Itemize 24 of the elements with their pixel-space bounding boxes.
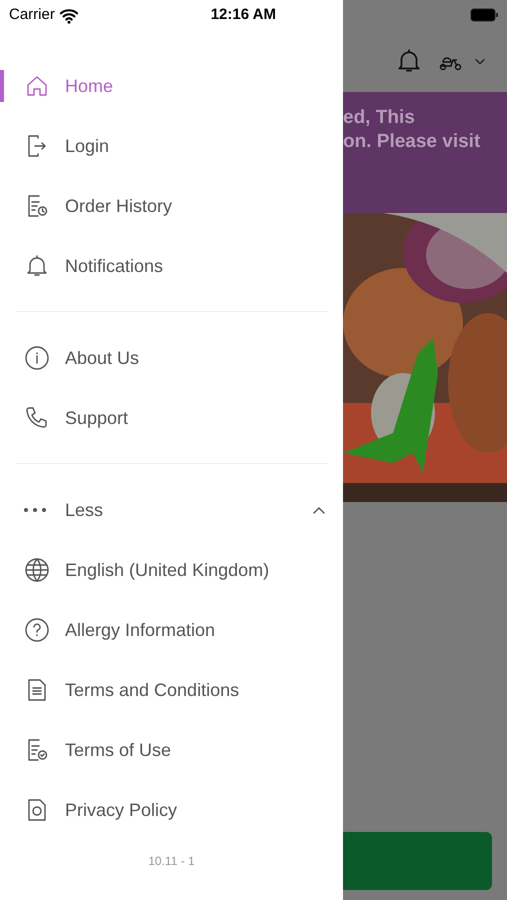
less-toggle[interactable]: Less [0,480,343,540]
version-text: 10.11 - 1 [147,853,196,870]
more-dots-icon [24,508,46,512]
menu-item[interactable]: About Us [0,328,343,388]
menu-item[interactable]: Notifications [0,236,343,296]
menu-item[interactable]: English (United Kingdom) [0,540,343,600]
carrier-name: Carrier [9,4,55,25]
banner-text: ed, This [343,106,416,130]
info-icon [24,345,50,371]
banner-text: on. Please visit [343,130,482,154]
menu-item[interactable]: Terms of Use [0,720,343,780]
battery-icon [470,8,499,22]
status-time: 12:16 AM [210,4,276,25]
menu-item[interactable]: Order History [0,176,343,236]
wifi-icon [58,6,79,24]
action-button[interactable] [343,832,492,890]
menu-item[interactable]: Login [0,116,343,176]
menu-item[interactable]: Terms and Conditions [0,660,343,720]
help-icon [24,617,50,643]
menu-item[interactable]: Allergy Information [0,600,343,660]
globe-icon [24,557,50,583]
menu-item[interactable]: Privacy Policy [0,780,343,840]
menu-item[interactable]: Home [0,56,343,116]
menu-item[interactable]: Support [0,388,343,448]
